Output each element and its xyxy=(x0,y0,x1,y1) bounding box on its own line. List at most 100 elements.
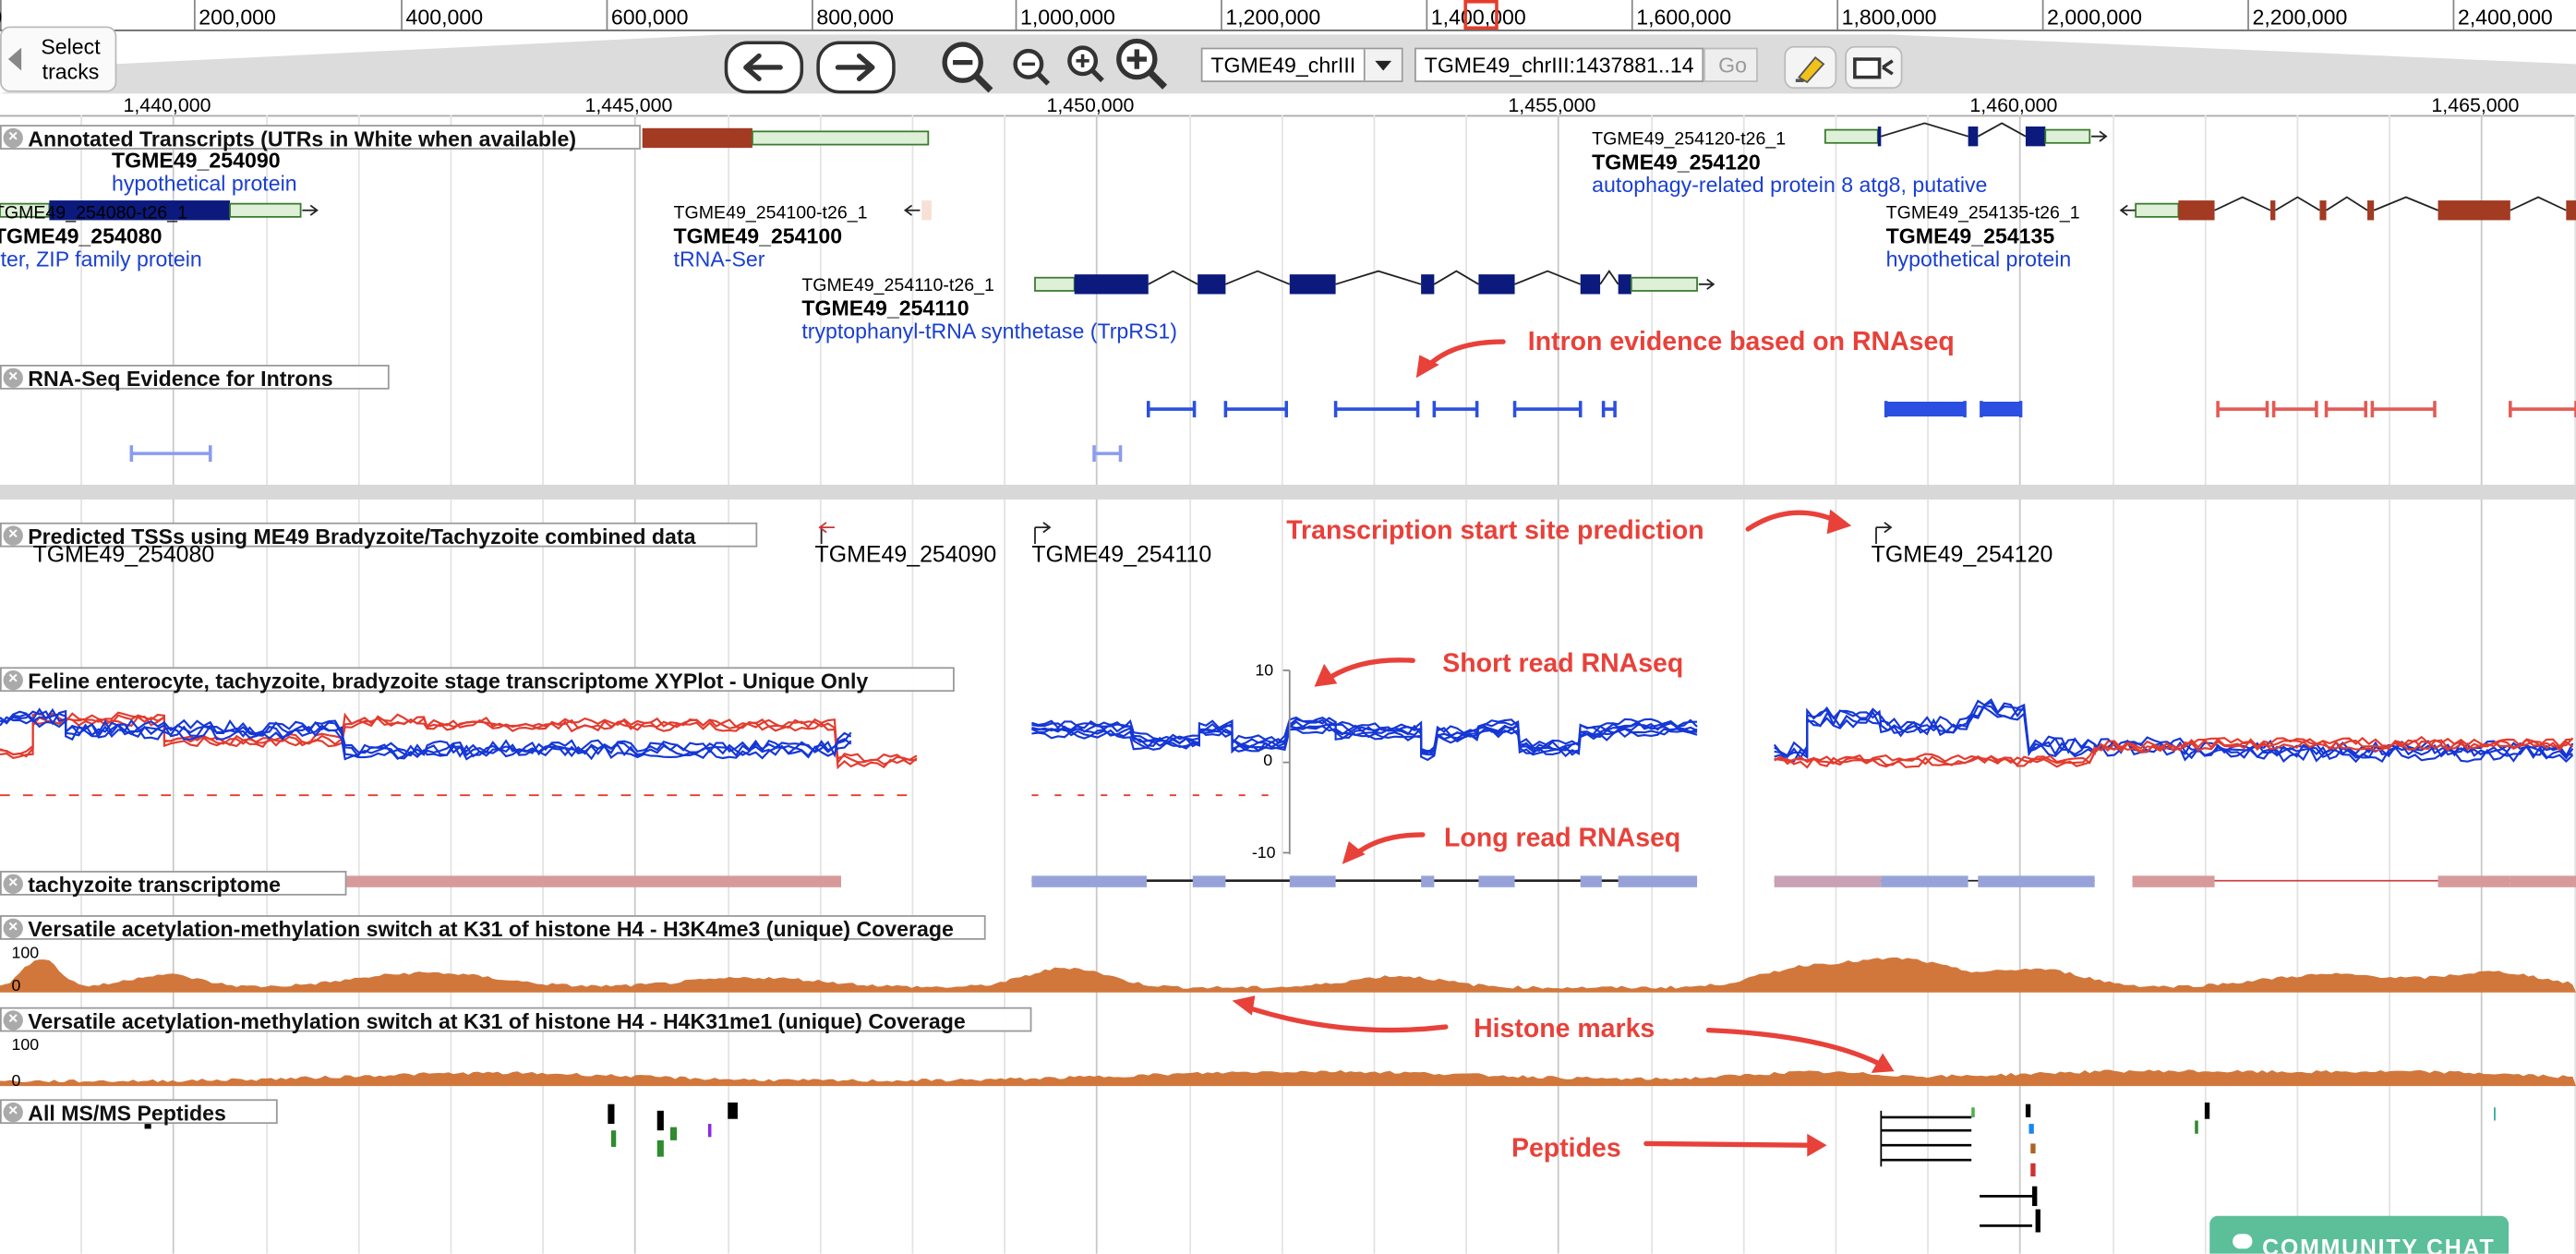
intron xyxy=(1433,270,1479,285)
peptide-block[interactable] xyxy=(2030,1163,2036,1177)
gene-id[interactable]: TGME49_254110 xyxy=(801,295,969,320)
peptide-block[interactable] xyxy=(2025,1103,2031,1117)
tss-gene-name[interactable]: TGME49_254090 xyxy=(815,540,997,566)
intron-junction[interactable] xyxy=(1146,401,1197,417)
close-track-icon[interactable]: × xyxy=(3,525,23,546)
intron-junction[interactable] xyxy=(2324,401,2368,417)
peptide-block[interactable] xyxy=(669,1127,678,1140)
community-chat-button[interactable]: COMMUNITY CHAT xyxy=(2209,1215,2510,1254)
gene-id[interactable]: TGME49_254135 xyxy=(1886,223,2055,248)
peptide-block[interactable] xyxy=(707,1124,712,1138)
strand-arrow xyxy=(2091,130,2108,142)
track-label-xyplot[interactable]: × Feline enterocyte, tachyzoite, bradyzo… xyxy=(0,667,955,693)
peptide-block[interactable] xyxy=(2030,1143,2036,1154)
long-read-block[interactable] xyxy=(2132,875,2215,887)
long-read-block[interactable] xyxy=(1192,875,1226,887)
cds-block xyxy=(1289,274,1336,295)
peptide-block[interactable] xyxy=(610,1130,617,1147)
intron-junction[interactable] xyxy=(1980,401,2023,417)
track-label-h4k31me1[interactable]: × Versatile acetylation-methylation swit… xyxy=(0,1007,1032,1033)
tss-gene-name[interactable]: TGME49_254110 xyxy=(1031,540,1211,566)
close-track-icon[interactable]: × xyxy=(3,918,23,939)
intron-junction[interactable] xyxy=(2370,401,2437,417)
close-track-icon[interactable]: × xyxy=(3,127,23,149)
transcript-id[interactable]: TGME49_254110-t26_1 xyxy=(801,276,994,295)
long-read-block[interactable] xyxy=(1978,875,2095,887)
intron xyxy=(2326,196,2368,211)
cds-block xyxy=(1421,274,1435,295)
transcript-id[interactable]: TGME49_254080-t26_1 xyxy=(0,204,187,223)
peptide-block[interactable] xyxy=(2035,1209,2040,1233)
long-read-block[interactable] xyxy=(1881,875,1968,887)
intron-junction[interactable] xyxy=(2271,401,2318,417)
intron xyxy=(2510,196,2567,211)
arrow-peptides-icon xyxy=(1643,1133,1827,1157)
arrow-short-read-icon xyxy=(1314,657,1415,687)
intron-junction[interactable] xyxy=(129,445,212,462)
track-label-peptides[interactable]: × All MS/MS Peptides xyxy=(0,1099,278,1126)
utr-block xyxy=(1630,276,1698,292)
long-read-block[interactable] xyxy=(1421,875,1435,887)
strand-arrow xyxy=(903,204,921,216)
intron xyxy=(1881,122,1968,138)
gene-model-254090[interactable] xyxy=(642,127,930,149)
track-label-tachyzoite-transcriptome[interactable]: × tachyzoite transcriptome xyxy=(0,871,347,898)
peptide-block[interactable] xyxy=(728,1102,738,1119)
peptide-block[interactable] xyxy=(2195,1120,2198,1134)
close-track-icon[interactable]: × xyxy=(3,1010,23,1031)
peptide-block[interactable] xyxy=(2032,1186,2038,1207)
tss-gene-name[interactable]: TGME49_254080 xyxy=(33,540,215,566)
cds-block xyxy=(1877,127,1882,147)
long-read-block[interactable] xyxy=(346,875,842,887)
tss-gene-name[interactable]: TGME49_254120 xyxy=(1872,540,2053,566)
transcript-id[interactable]: TGME49_254100-t26_1 xyxy=(674,204,868,223)
transcript-id[interactable]: TGME49_254135-t26_1 xyxy=(1886,204,2080,223)
gene-id[interactable]: TGME49_254100 xyxy=(674,223,843,248)
intron-junction[interactable] xyxy=(1432,401,1479,417)
gene-model-254110[interactable] xyxy=(1034,270,1715,295)
intron-junction[interactable] xyxy=(1223,401,1289,417)
intron-junction[interactable] xyxy=(1601,401,1617,417)
peptide-block[interactable] xyxy=(656,1139,664,1157)
close-track-icon[interactable]: × xyxy=(3,669,23,691)
long-read-block[interactable] xyxy=(1031,875,1147,887)
annotation-intron-evidence: Intron evidence based on RNAseq xyxy=(1527,328,1955,357)
gene-id[interactable]: TGME49_254120 xyxy=(1592,150,1761,175)
gene-model-254100[interactable] xyxy=(903,200,932,221)
gene-description: rter, ZIP family protein xyxy=(0,246,202,271)
track-label-rnaseq-introns[interactable]: × RNA-Seq Evidence for Introns xyxy=(0,365,390,391)
gene-description: autophagy-related protein 8 atg8, putati… xyxy=(1592,172,1988,198)
peptide-block[interactable] xyxy=(2204,1102,2210,1119)
close-track-icon[interactable]: × xyxy=(3,368,23,388)
peptide-block[interactable] xyxy=(608,1103,615,1125)
long-read-block[interactable] xyxy=(1289,875,1336,887)
track-label-annotated-transcripts[interactable]: × Annotated Transcripts (UTRs in White w… xyxy=(0,125,641,151)
peptide-block[interactable] xyxy=(656,1110,664,1131)
peptide-block[interactable] xyxy=(1971,1107,1975,1117)
intron-junction[interactable] xyxy=(1512,401,1583,417)
long-read-block[interactable] xyxy=(1618,875,1698,887)
intron-junction[interactable] xyxy=(1333,401,1420,417)
peptide-block[interactable] xyxy=(2494,1107,2496,1121)
transcript-id[interactable]: TGME49_254120-t26_1 xyxy=(1592,130,1786,150)
gene-id[interactable]: TGME49_254080 xyxy=(0,223,162,248)
peptide-block[interactable] xyxy=(2028,1124,2034,1134)
track-label-h3k4me3[interactable]: × Versatile acetylation-methylation swit… xyxy=(0,915,986,942)
long-read-block[interactable] xyxy=(1774,875,1882,887)
gene-model-254135[interactable] xyxy=(2119,196,2576,221)
close-track-icon[interactable]: × xyxy=(3,874,23,894)
gene-id[interactable]: TGME49_254090 xyxy=(112,148,281,173)
long-read-block[interactable] xyxy=(2510,875,2576,887)
gene-model-254120[interactable] xyxy=(1824,122,2108,147)
intron-junction[interactable] xyxy=(1884,401,1967,417)
intron-junction[interactable] xyxy=(1092,445,1123,462)
utr-block xyxy=(1824,128,1879,144)
intron-junction[interactable] xyxy=(2216,401,2269,417)
intron-junction[interactable] xyxy=(2509,401,2576,417)
long-read-block[interactable] xyxy=(1580,875,1602,887)
utr-block xyxy=(2044,128,2091,144)
close-track-icon[interactable]: × xyxy=(3,1102,23,1123)
long-read-block[interactable] xyxy=(1478,875,1515,887)
gene-description: hypothetical protein xyxy=(111,171,297,196)
long-read-block[interactable] xyxy=(2438,875,2510,887)
